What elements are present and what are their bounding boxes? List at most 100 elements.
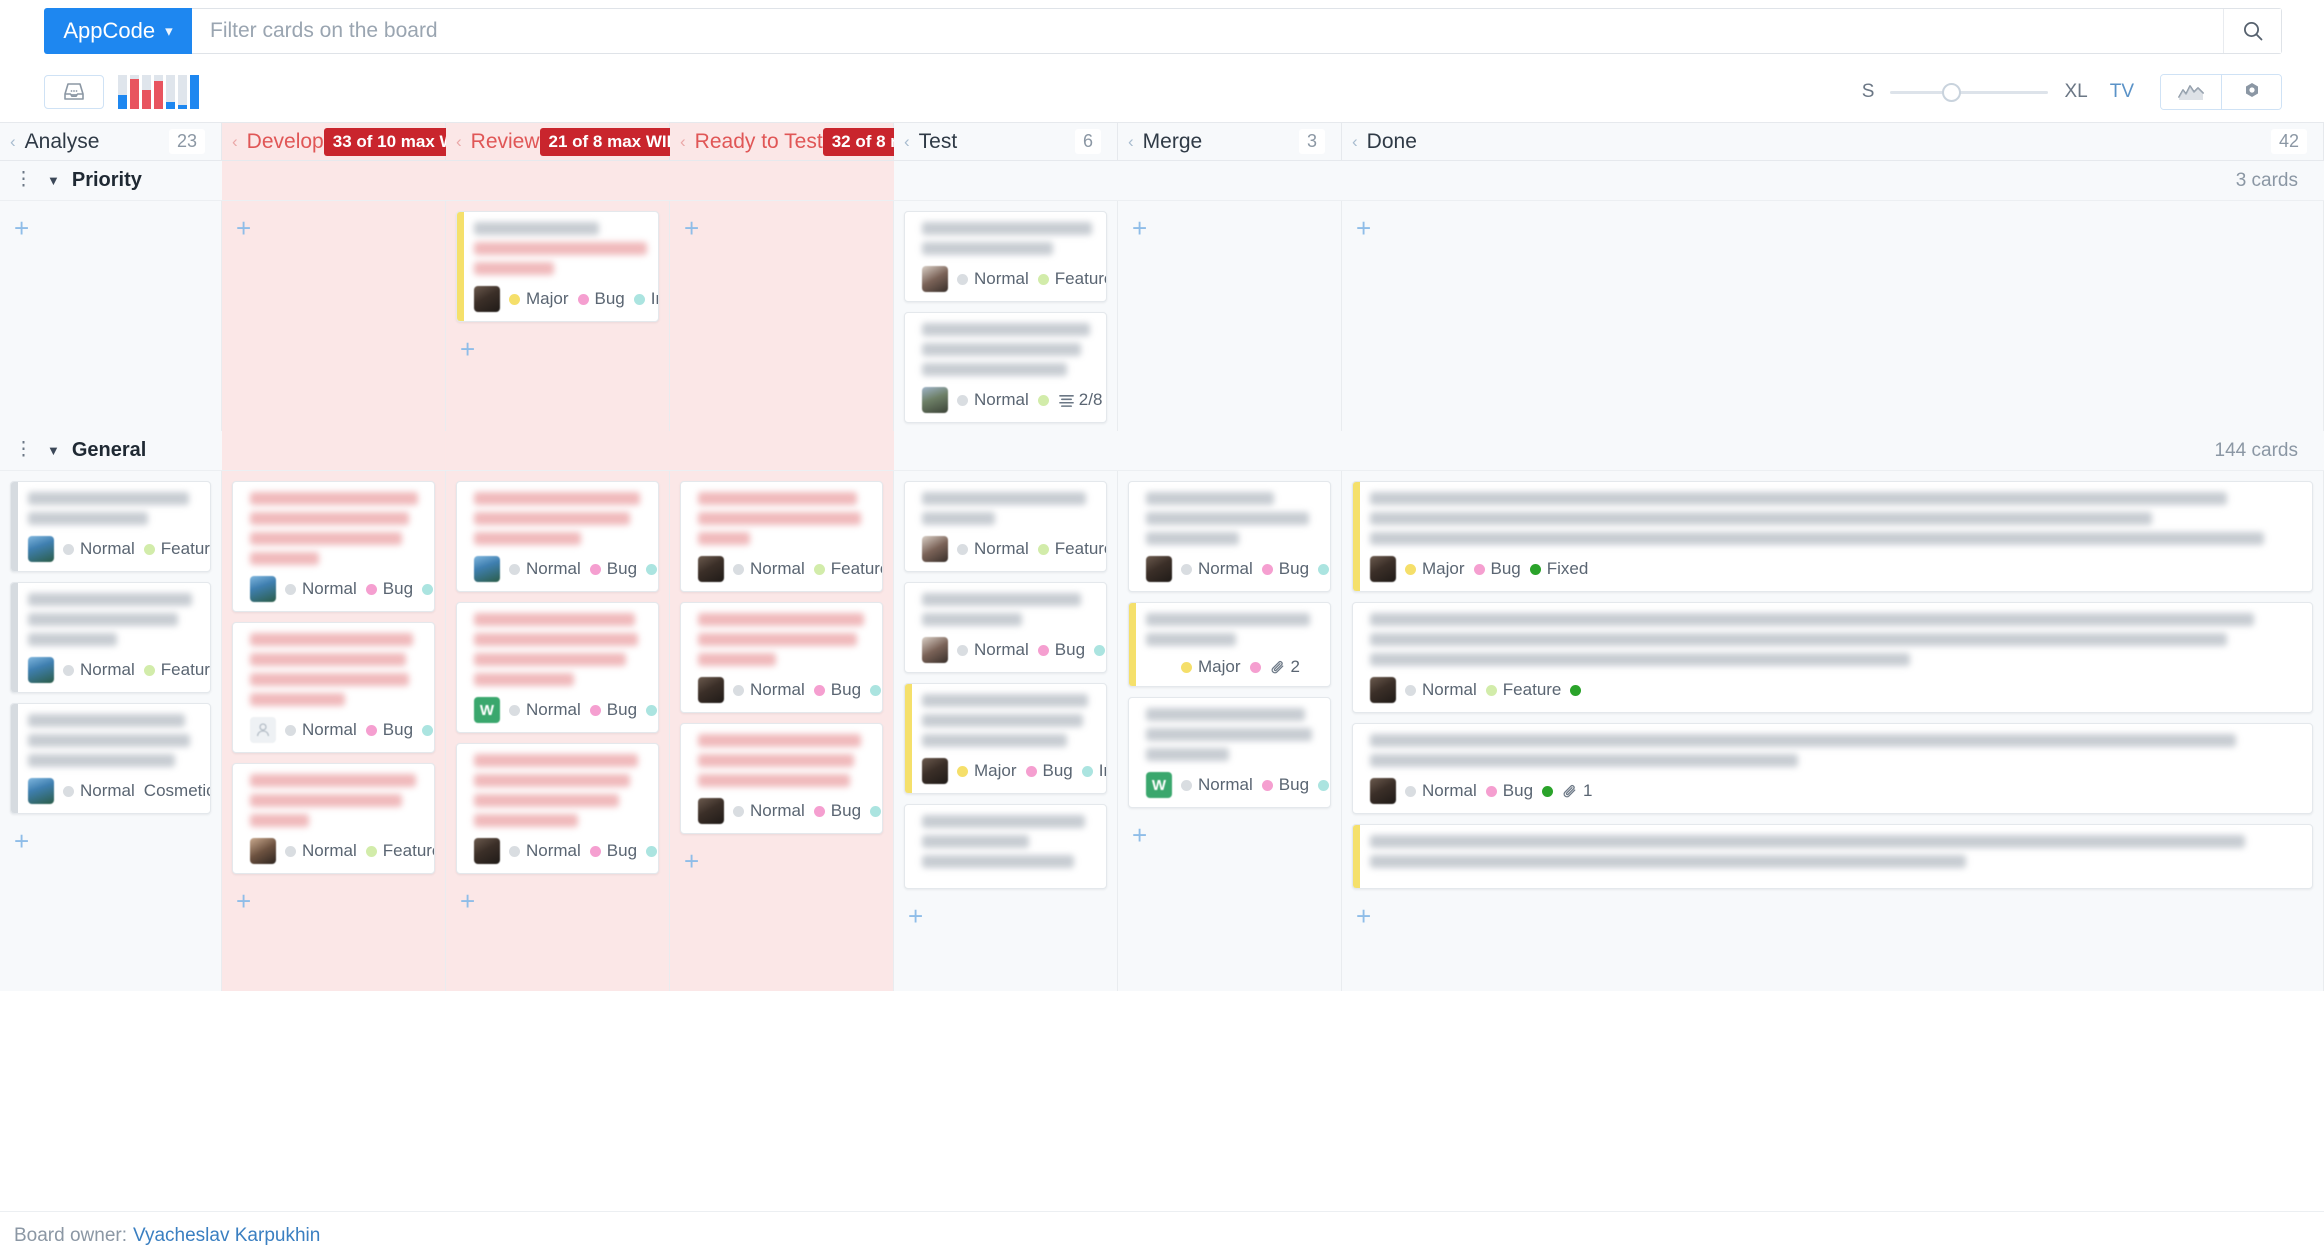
avatar[interactable] <box>1370 778 1396 804</box>
avatar[interactable] <box>250 576 276 602</box>
kanban-card[interactable]: NormalBugIn <box>680 723 883 834</box>
settings-button[interactable] <box>2221 75 2281 109</box>
kanban-card[interactable]: NormalFeatureIn <box>904 211 1107 302</box>
swimlane-header-priority[interactable]: ⋮▼Priority3 cards <box>0 161 2324 201</box>
avatar[interactable] <box>474 556 500 582</box>
avatar[interactable] <box>474 838 500 864</box>
plus-add-card-icon[interactable]: + <box>1342 201 1371 241</box>
avatar[interactable] <box>922 387 948 413</box>
kebab-menu-icon[interactable]: ⋮ <box>14 173 33 187</box>
avatar[interactable] <box>1370 556 1396 582</box>
board-owner-label: Board owner: <box>14 1225 127 1247</box>
kanban-card[interactable]: NormalBugIn <box>1128 481 1331 592</box>
swimlane-header-general[interactable]: ⋮▼General144 cards <box>0 431 2324 471</box>
avatar[interactable]: W <box>1146 772 1172 798</box>
avatar[interactable]: W <box>474 697 500 723</box>
avatar[interactable] <box>922 637 948 663</box>
kanban-card[interactable]: NormalFeatureIn <box>904 481 1107 572</box>
search-button[interactable] <box>2223 9 2281 53</box>
column-header-done[interactable]: ‹Done42 <box>1342 123 2324 160</box>
kanban-card[interactable]: MajorBugIn1 <box>456 211 659 322</box>
collapse-column-icon[interactable]: ‹ <box>1352 133 1358 150</box>
avatar[interactable] <box>250 717 276 743</box>
kanban-card[interactable]: NormalFeature <box>1352 602 2313 713</box>
tag-color-dot <box>957 766 968 777</box>
plus-add-card-icon[interactable]: + <box>0 814 29 854</box>
plus-add-card-icon[interactable]: + <box>670 834 699 874</box>
kanban-card[interactable]: WNormalBugIn1 <box>1128 697 1331 808</box>
card-size-slider[interactable] <box>1890 75 2048 109</box>
board-owner-link[interactable]: Vyacheslav Karpukhin <box>133 1225 320 1247</box>
collapse-column-icon[interactable]: ‹ <box>10 133 16 150</box>
collapse-column-icon[interactable]: ‹ <box>232 133 238 150</box>
plus-add-card-icon[interactable]: + <box>446 322 475 362</box>
slider-thumb[interactable] <box>1942 83 1961 102</box>
plus-add-card-icon[interactable]: + <box>1118 201 1147 241</box>
avatar[interactable] <box>250 838 276 864</box>
plus-add-card-icon[interactable]: + <box>670 201 699 241</box>
card-tag: Normal <box>733 801 805 821</box>
avatar[interactable] <box>698 798 724 824</box>
plus-add-card-icon[interactable]: + <box>222 874 251 914</box>
archive-button[interactable] <box>44 75 104 109</box>
plus-add-card-icon[interactable]: + <box>1342 889 1371 929</box>
column-header-develop[interactable]: ‹Develop33 of 10 max WIP <box>222 123 446 160</box>
kanban-card[interactable]: WNormalBugIn1 <box>456 602 659 733</box>
avatar[interactable] <box>922 266 948 292</box>
avatar[interactable] <box>922 758 948 784</box>
column-header-merge[interactable]: ‹Merge3 <box>1118 123 1342 160</box>
plus-add-card-icon[interactable]: + <box>0 201 29 241</box>
kanban-card[interactable]: MajorBugFixed <box>1352 481 2313 592</box>
column-header-analyse[interactable]: ‹Analyse23 <box>0 123 222 160</box>
kanban-card[interactable]: NormalFeatureIn <box>680 481 883 592</box>
kanban-card[interactable]: NormalBugIn1 <box>232 622 435 753</box>
column-header-test[interactable]: ‹Test6 <box>894 123 1118 160</box>
column-header-ready-to-test[interactable]: ‹Ready to Test32 of 8 max WIP <box>670 123 894 160</box>
avatar[interactable] <box>1146 556 1172 582</box>
kanban-card[interactable]: NormalBugIn1 <box>232 481 435 612</box>
kanban-card[interactable]: NormalFeatureIn <box>10 481 211 572</box>
kanban-card[interactable]: NormalBug1 <box>1352 723 2313 814</box>
app-selector-button[interactable]: AppCode ▾ <box>44 8 192 54</box>
caret-down-icon[interactable]: ▼ <box>47 443 60 458</box>
kanban-card[interactable]: Major2 <box>1128 602 1331 687</box>
collapse-column-icon[interactable]: ‹ <box>456 133 462 150</box>
kanban-card[interactable] <box>1352 824 2313 889</box>
kanban-card[interactable]: Normal2/81 <box>904 312 1107 423</box>
mini-bar-chart-button[interactable] <box>118 75 199 109</box>
avatar[interactable] <box>28 778 54 804</box>
kanban-card[interactable]: NormalFeature1/1 <box>232 763 435 874</box>
kanban-card[interactable]: NormalBugIn <box>904 582 1107 673</box>
card-tag: Major <box>509 289 569 309</box>
tag-color-dot <box>1262 780 1273 791</box>
plus-add-card-icon[interactable]: + <box>446 874 475 914</box>
caret-down-icon[interactable]: ▼ <box>47 173 60 188</box>
avatar[interactable] <box>1370 677 1396 703</box>
avatar[interactable] <box>474 286 500 312</box>
analytics-button[interactable] <box>2161 75 2221 109</box>
plus-add-card-icon[interactable]: + <box>1118 808 1147 848</box>
collapse-column-icon[interactable]: ‹ <box>1128 133 1134 150</box>
tv-mode-button[interactable]: TV <box>2110 81 2134 103</box>
toolbar-icon-group <box>2160 74 2282 110</box>
avatar[interactable] <box>28 657 54 683</box>
kanban-card[interactable]: NormalBugIn <box>456 481 659 592</box>
kebab-menu-icon[interactable]: ⋮ <box>14 443 33 457</box>
collapse-column-icon[interactable]: ‹ <box>680 133 686 150</box>
kanban-card[interactable] <box>904 804 1107 889</box>
kanban-card[interactable]: NormalCosmetics1 <box>10 703 211 814</box>
plus-add-card-icon[interactable]: + <box>894 889 923 929</box>
kanban-card[interactable]: MajorBugIn4 <box>904 683 1107 794</box>
filter-input[interactable] <box>192 9 2223 53</box>
kanban-card[interactable]: NormalBugIn1 <box>456 743 659 874</box>
kanban-card[interactable]: NormalFeatureIn <box>10 582 211 693</box>
column-header-review[interactable]: ‹Review21 of 8 max WIP <box>446 123 670 160</box>
plus-add-card-icon[interactable]: + <box>222 201 251 241</box>
avatar[interactable] <box>698 677 724 703</box>
kanban-card[interactable]: NormalBugIn <box>680 602 883 713</box>
avatar[interactable] <box>922 536 948 562</box>
collapse-column-icon[interactable]: ‹ <box>904 133 910 150</box>
avatar[interactable] <box>28 536 54 562</box>
avatar[interactable] <box>698 556 724 582</box>
card-footer: Major2 <box>1146 657 1319 677</box>
